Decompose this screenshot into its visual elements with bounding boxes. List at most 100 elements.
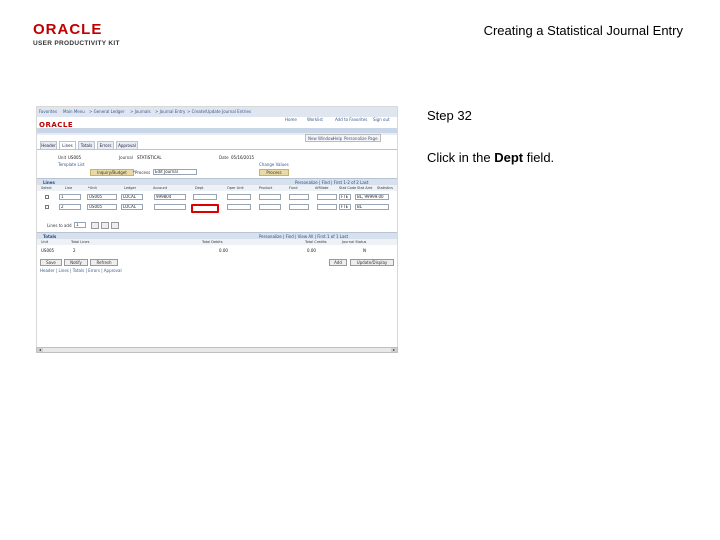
oracle-upk-logo: ORACLE USER PRODUCTIVITY KIT (33, 22, 143, 47)
add-lines-button[interactable] (91, 222, 99, 229)
document-title: Creating a Statistical Journal Entry (483, 23, 683, 38)
affiliate-field[interactable] (317, 194, 337, 200)
col-total-credits: Total Credits (305, 240, 327, 244)
template-list-link[interactable]: Template List (58, 162, 85, 167)
tab-errors[interactable]: Errors (97, 141, 114, 149)
account-field[interactable] (154, 204, 186, 210)
unit-value: US005 (68, 155, 82, 160)
save-button[interactable]: Save (40, 259, 62, 266)
affiliate-field[interactable] (317, 204, 337, 210)
application-screenshot: Favorites Main Menu > General Ledger > J… (36, 106, 398, 352)
col-stat-amt: Stat Amt (357, 186, 373, 190)
table-row: 1 US005 LOCAL 999804 FTE BL, 99999.00 (37, 193, 397, 201)
horizontal-scrollbar[interactable]: ◂ ▸ (36, 347, 398, 353)
nav-journals[interactable]: > Journals (130, 109, 151, 114)
instruction-suffix: field. (523, 150, 555, 165)
tab-divider (37, 149, 397, 150)
journal-label: Journal (119, 155, 133, 160)
totals-column-headers: Unit Total Lines Total Debits Total Cred… (37, 239, 397, 245)
total-unit-value: US005 (41, 248, 55, 253)
stat-code-field[interactable]: FTE (339, 204, 351, 210)
fund-field[interactable] (289, 194, 309, 200)
delete-lines-button[interactable] (101, 222, 109, 229)
col-journal-status: Journal Status (342, 240, 367, 244)
product-field[interactable] (259, 204, 281, 210)
unit-label: Unit (58, 155, 67, 160)
totals-grid-header: Totals Personalize | Find | View All | F… (37, 232, 397, 239)
dept-field-highlight[interactable] (191, 204, 219, 213)
col-select: Select (41, 186, 52, 190)
nav-breadcrumb-bar: Favorites Main Menu > General Ledger > J… (37, 107, 397, 117)
total-debits-value: 0.00 (219, 248, 228, 253)
col-total-unit: Unit (41, 240, 49, 244)
col-affiliate: Affiliate (315, 186, 329, 190)
upk-logo-text: USER PRODUCTIVITY KIT (33, 40, 120, 47)
help-link[interactable]: Help (333, 136, 342, 141)
stat-amount-field[interactable]: BL, 99999.00 (355, 194, 389, 200)
date-value: 05/16/2015 (231, 155, 255, 160)
nav-journal-entry[interactable]: > Journal Entry (155, 109, 185, 114)
refresh-button[interactable]: Refresh (90, 259, 118, 266)
col-total-debits: Total Debits (202, 240, 223, 244)
oper-unit-field[interactable] (227, 204, 251, 210)
line-number-field[interactable]: 2 (59, 204, 81, 210)
row-select-checkbox[interactable] (45, 195, 49, 199)
row-select-checkbox[interactable] (45, 205, 49, 209)
change-values-link[interactable]: Change Values (259, 162, 289, 167)
oper-unit-field[interactable] (227, 194, 251, 200)
journal-status-value: N (363, 248, 366, 253)
tab-lines[interactable]: Lines (59, 141, 76, 149)
fund-field[interactable] (289, 204, 309, 210)
unit-field[interactable]: US005 (87, 194, 117, 200)
sign-out-link[interactable]: Sign out (373, 117, 390, 122)
home-link[interactable]: Home (285, 117, 297, 122)
footer-tab-links[interactable]: Header | Lines | Totals | Errors | Appro… (40, 268, 122, 273)
add-button[interactable]: Add (329, 259, 347, 266)
scroll-right-icon[interactable]: ▸ (391, 348, 397, 352)
ledger-field[interactable]: LOCAL (121, 194, 143, 200)
total-lines-value: 2 (73, 248, 76, 253)
tab-totals[interactable]: Totals (78, 141, 95, 149)
line-number-field[interactable]: 1 (59, 194, 81, 200)
ledger-field[interactable]: LOCAL (121, 204, 143, 210)
col-oper-unit: Oper Unit (227, 186, 244, 190)
oracle-logo-text: ORACLE (33, 21, 103, 38)
new-window-link[interactable]: New Window (308, 136, 334, 141)
unit-field[interactable]: US005 (87, 204, 117, 210)
add-favorites-link[interactable]: Add to Favorites (335, 117, 367, 122)
total-credits-value: 0.00 (307, 248, 316, 253)
col-line: Line (65, 186, 73, 190)
scroll-left-icon[interactable]: ◂ (37, 348, 43, 352)
col-statistics: Statistics (377, 186, 393, 190)
date-label: Date (219, 155, 229, 160)
product-field[interactable] (259, 194, 281, 200)
nav-general-ledger[interactable]: > General Ledger (89, 109, 124, 114)
instruction-prefix: Click in the (427, 150, 495, 165)
update-display-button[interactable]: Update/Display (350, 259, 394, 266)
process-button[interactable]: Process (259, 169, 289, 176)
tab-header[interactable]: Header (40, 141, 57, 149)
stat-amount-field[interactable]: BL (355, 204, 389, 210)
process-label: *Process (133, 170, 151, 175)
personalize-page-link[interactable]: Personalize Page (344, 136, 378, 141)
notify-button[interactable]: Notify (64, 259, 88, 266)
account-field[interactable]: 999804 (154, 194, 186, 200)
nav-main-menu[interactable]: Main Menu (63, 109, 85, 114)
col-dept: Dept (195, 186, 204, 190)
instruction-field-name: Dept (494, 150, 524, 165)
stat-code-field[interactable]: FTE (339, 194, 351, 200)
nav-create-update[interactable]: > Create/Update Journal Entries (187, 109, 251, 114)
totals-row: US005 2 0.00 0.00 N (37, 246, 397, 254)
lines-grid-header: Lines Personalize | Find | First 1-2 of … (37, 178, 397, 185)
inquiry-budget-button[interactable]: Inquiry/Budget (90, 169, 134, 176)
col-stat-code: Stat Code (339, 186, 357, 190)
process-select[interactable]: Edit Journal (153, 169, 197, 175)
dept-field[interactable] (193, 194, 217, 200)
copy-lines-button[interactable] (111, 222, 119, 229)
worklist-link[interactable]: Worklist (307, 117, 323, 122)
nav-favorites[interactable]: Favorites (39, 109, 57, 114)
tab-approval[interactable]: Approval (116, 141, 138, 149)
col-fund: Fund (289, 186, 298, 190)
lines-to-add-field[interactable]: 1 (74, 222, 86, 228)
col-total-lines: Total Lines (71, 240, 90, 244)
